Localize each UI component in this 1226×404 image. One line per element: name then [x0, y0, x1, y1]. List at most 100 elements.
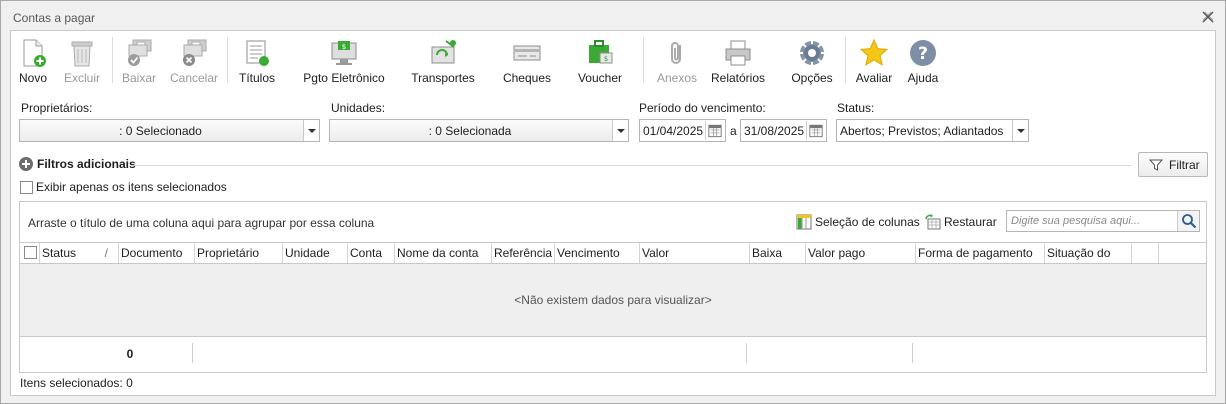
- opcoes-button[interactable]: Opções: [787, 31, 837, 91]
- unidades-select[interactable]: : 0 Selecionada: [329, 119, 629, 142]
- sort-indicator-icon: /: [104, 246, 108, 260]
- column-header-status[interactable]: Status /: [40, 243, 119, 263]
- filtros-adicionais-label: Filtros adicionais: [37, 157, 136, 171]
- contas-a-pagar-window: Contas a pagar Novo Excluir Baixar Cance…: [0, 0, 1226, 404]
- chevron-down-icon[interactable]: [1012, 120, 1028, 141]
- column-header-proprietario[interactable]: Proprietário: [195, 243, 283, 263]
- only-selected-label: Exibir apenas os itens selecionados: [36, 180, 227, 194]
- column-header-baixa[interactable]: Baixa: [750, 243, 806, 263]
- anexos-label: Anexos: [656, 71, 698, 85]
- search-button[interactable]: [1177, 211, 1199, 231]
- trash-icon: [71, 41, 93, 67]
- footer-divider: [192, 343, 193, 363]
- column-header-forma-de-pagamento[interactable]: Forma de pagamento: [916, 243, 1045, 263]
- column-header-valor-pago[interactable]: Valor pago: [806, 243, 916, 263]
- column-header-documento[interactable]: Documento: [119, 243, 195, 263]
- column-header-label: Proprietário: [197, 246, 260, 260]
- proprietarios-label: Proprietários:: [21, 101, 93, 115]
- column-header-label: Vencimento: [557, 246, 620, 260]
- select-all-cell: [20, 243, 40, 263]
- ajuda-label: Ajuda: [907, 71, 939, 85]
- pgto-eletronico-label: Pgto Eletrônico: [303, 71, 385, 85]
- grid-footer: 0: [20, 336, 1206, 372]
- anexos-button[interactable]: Anexos: [651, 31, 703, 91]
- relatorios-label: Relatórios: [710, 71, 766, 85]
- voucher-label: Voucher: [577, 71, 623, 85]
- cancelar-label: Cancelar: [169, 71, 219, 85]
- novo-label: Novo: [18, 71, 47, 85]
- cancel-payment-icon: [183, 39, 207, 66]
- toolbar-separator: [845, 37, 846, 83]
- column-header-label: Status: [42, 246, 77, 260]
- avaliar-button[interactable]: Avaliar: [851, 31, 897, 91]
- cancelar-button[interactable]: Cancelar: [169, 31, 219, 91]
- divider: [131, 165, 1131, 166]
- search-icon: [1182, 214, 1197, 229]
- svg-text:$: $: [342, 43, 346, 51]
- search-box[interactable]: Digite sua pesquisa aqui...: [1006, 210, 1200, 232]
- titulos-button[interactable]: Títulos: [235, 31, 279, 91]
- transportes-button[interactable]: Transportes: [407, 31, 479, 91]
- date-from-input[interactable]: 01/04/2025: [639, 119, 726, 142]
- proprietarios-value: : 0 Selecionado: [119, 124, 202, 138]
- column-header-label: Referência: [494, 246, 553, 260]
- paperclip-icon: [671, 42, 681, 64]
- transportes-label: Transportes: [411, 71, 475, 85]
- excluir-button[interactable]: Excluir: [61, 31, 103, 91]
- status-select[interactable]: Abertos; Previstos; Adiantados: [836, 119, 1029, 142]
- select-all-checkbox[interactable]: [24, 246, 37, 259]
- toolbar-separator: [227, 37, 228, 83]
- status-value: Abertos; Previstos; Adiantados: [840, 124, 1004, 138]
- chevron-down-icon[interactable]: [303, 120, 319, 141]
- baixar-label: Baixar: [121, 71, 156, 85]
- calendar-icon[interactable]: [806, 121, 825, 140]
- filtrar-label: Filtrar: [1169, 158, 1200, 172]
- voucher-button[interactable]: $ Voucher: [573, 31, 627, 91]
- cheques-label: Cheques: [502, 71, 552, 85]
- footer-divider: [912, 343, 913, 363]
- ribbon-toolbar: Novo Excluir Baixar Cancelar Títulos $ P…: [11, 31, 1215, 91]
- toolbar-separator: [643, 37, 644, 83]
- column-header-situacao[interactable]: Situação do: [1045, 243, 1132, 263]
- titulos-label: Títulos: [238, 71, 275, 85]
- baixar-button[interactable]: Baixar: [119, 31, 159, 91]
- relatorios-button[interactable]: Relatórios: [709, 31, 767, 91]
- periodo-label: Período do vencimento:: [639, 101, 766, 115]
- restore-icon: [925, 214, 941, 230]
- group-panel[interactable]: Arraste o título de uma coluna aqui para…: [20, 202, 1206, 240]
- column-header-nome-da-conta[interactable]: Nome da conta: [395, 243, 492, 263]
- column-header-label: Valor pago: [808, 246, 866, 260]
- help-icon: ?: [910, 40, 936, 66]
- chevron-down-icon[interactable]: [612, 120, 628, 141]
- pgto-eletronico-button[interactable]: $ Pgto Eletrônico: [299, 31, 389, 91]
- only-selected-checkbox[interactable]: [20, 181, 33, 194]
- grid-body: <Não existem dados para visualizar>: [20, 264, 1206, 336]
- gear-icon: [799, 40, 825, 66]
- cheques-button[interactable]: Cheques: [499, 31, 555, 91]
- close-icon[interactable]: [1201, 10, 1215, 24]
- column-header-valor[interactable]: Valor: [640, 243, 750, 263]
- proprietarios-select[interactable]: : 0 Selecionado: [19, 119, 320, 142]
- date-to-input[interactable]: 31/08/2025: [740, 119, 827, 142]
- accounts-grid: Arraste o título de uma coluna aqui para…: [19, 201, 1207, 373]
- plus-circle-icon: [19, 157, 33, 171]
- date-to-value: 31/08/2025: [744, 124, 805, 138]
- ajuda-button[interactable]: ? Ajuda: [903, 31, 943, 91]
- empty-message: <Não existem dados para visualizar>: [514, 293, 712, 307]
- column-header-label: Forma de pagamento: [918, 246, 1033, 260]
- column-header-vencimento[interactable]: Vencimento: [555, 243, 640, 263]
- unidades-value: : 0 Selecionada: [428, 124, 512, 138]
- column-header-unidade[interactable]: Unidade: [283, 243, 348, 263]
- column-header-conta[interactable]: Conta: [348, 243, 395, 263]
- filtrar-button[interactable]: Filtrar: [1138, 152, 1208, 177]
- main-panel: Novo Excluir Baixar Cancelar Títulos $ P…: [10, 30, 1216, 396]
- column-header-label: Valor: [642, 246, 670, 260]
- column-header-referencia[interactable]: Referência: [492, 243, 555, 263]
- opcoes-label: Opções: [791, 71, 833, 85]
- window-title: Contas a pagar: [13, 11, 96, 25]
- voucher-icon: $: [589, 40, 613, 64]
- date-from-value: 01/04/2025: [643, 124, 704, 138]
- novo-button[interactable]: Novo: [15, 31, 51, 91]
- search-placeholder: Digite sua pesquisa aqui...: [1011, 215, 1141, 227]
- calendar-icon[interactable]: [705, 121, 724, 140]
